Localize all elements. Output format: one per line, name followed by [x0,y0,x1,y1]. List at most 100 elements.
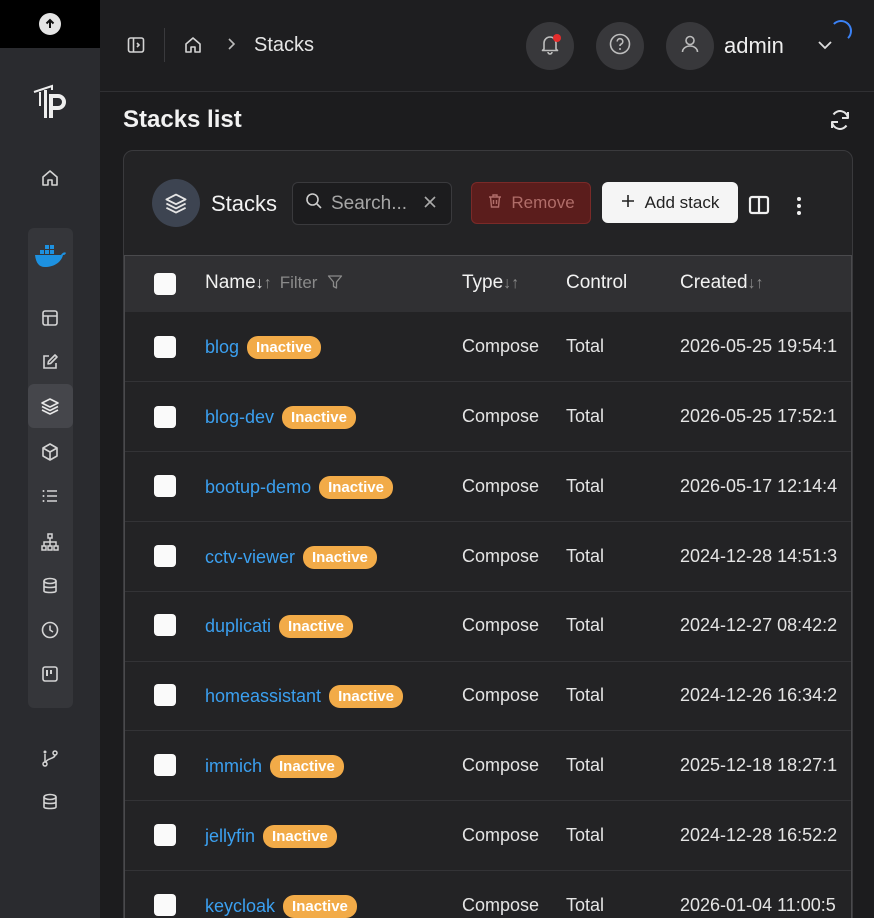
column-header-type[interactable]: Type↓↑ [462,272,519,294]
help-button[interactable] [596,22,644,70]
host-board-icon[interactable] [36,660,64,688]
stack-name-link[interactable]: jellyfin [205,826,255,846]
git-branch-icon[interactable] [36,744,64,772]
status-badge: Inactive [329,685,403,708]
remove-label: Remove [511,193,575,212]
stack-control: Total [566,476,605,496]
templates-edit-icon[interactable] [36,348,64,376]
table-row: duplicati Inactive Compose Total 2024-12-… [125,592,851,662]
stack-created: 2024-12-27 08:42:2 [680,615,838,635]
user-name[interactable]: admin [724,33,784,59]
search-input[interactable] [331,192,421,215]
name-filter-label[interactable]: Filter [280,273,318,292]
row-checkbox[interactable] [154,754,176,776]
trash-icon [487,193,503,214]
top-header: Stacks admin [100,0,874,92]
containers-box-icon[interactable] [36,438,64,466]
stack-created: 2025-12-18 18:27:1 [680,755,838,775]
more-options-icon[interactable] [796,196,802,221]
status-badge: Inactive [247,336,321,359]
stack-name-link[interactable]: blog [205,337,239,357]
column-header-created[interactable]: Created↓↑ [680,272,764,294]
events-clock-icon[interactable] [36,616,64,644]
stack-name-link[interactable]: blog-dev [205,407,274,427]
stacks-layers-icon[interactable] [36,392,64,420]
status-badge: Inactive [303,546,377,569]
row-checkbox[interactable] [154,894,176,916]
networks-icon[interactable] [36,528,64,556]
table-header: Name↓↑ Filter Type↓↑ Control Created↓↑ [125,256,851,312]
status-badge: Inactive [263,825,337,848]
row-checkbox[interactable] [154,406,176,428]
table-row: homeassistant Inactive Compose Total 2024… [125,661,851,731]
home-icon[interactable] [36,164,64,192]
stack-name-link[interactable]: bootup-demo [205,477,311,497]
stack-name-link[interactable]: immich [205,756,262,776]
stack-type: Compose [462,406,540,426]
stack-type: Compose [462,895,540,915]
row-checkbox[interactable] [154,475,176,497]
user-avatar[interactable] [666,22,714,70]
dashboard-icon[interactable] [36,304,64,332]
stack-type: Compose [462,825,540,845]
remove-button[interactable]: Remove [471,182,591,224]
breadcrumb-chevron-icon [224,35,238,56]
status-badge: Inactive [319,476,393,499]
page-title: Stacks list [123,106,242,133]
portainer-logo-icon[interactable] [30,82,70,122]
stacks-card-layers-icon [152,179,200,227]
stack-name-link[interactable]: duplicati [205,616,271,636]
columns-toggle-icon[interactable] [748,194,770,221]
stack-name-link[interactable]: homeassistant [205,686,321,706]
row-checkbox[interactable] [154,614,176,636]
refresh-icon[interactable] [828,108,852,137]
table-row: blog Inactive Compose Total 2026-05-25 19… [125,312,851,382]
sidebar [0,0,100,918]
stack-control: Total [566,755,605,775]
stack-created: 2024-12-28 16:52:2 [680,825,838,845]
top-strip [0,0,100,48]
table-row: bootup-demo Inactive Compose Total 2026-0… [125,452,851,522]
volumes-database-icon[interactable] [36,572,64,600]
column-header-control: Control [566,272,628,293]
user-icon [679,33,701,60]
loading-spinner-icon [830,20,852,42]
table-row: blog-dev Inactive Compose Total 2026-05-2… [125,382,851,452]
status-badge: Inactive [270,755,344,778]
notification-dot [553,34,561,42]
database-icon[interactable] [36,788,64,816]
images-list-icon[interactable] [36,482,64,510]
stack-name-link[interactable]: keycloak [205,896,275,916]
table-row: keycloak Inactive Compose Total 2026-01-0… [125,871,851,918]
stack-type: Compose [462,336,540,356]
breadcrumb-current: Stacks [254,34,315,56]
status-badge: Inactive [282,406,356,429]
stacks-table: Name↓↑ Filter Type↓↑ Control Created↓↑ bl… [124,255,852,918]
upgrade-icon[interactable] [39,13,61,35]
breadcrumb-home-icon[interactable] [183,35,203,55]
filter-icon[interactable] [327,274,343,295]
add-stack-button[interactable]: Add stack [602,182,738,223]
stack-type: Compose [462,755,540,775]
clear-search-icon[interactable] [423,193,437,214]
help-circle-icon [608,32,632,61]
row-checkbox[interactable] [154,824,176,846]
column-header-name[interactable]: Name↓↑ Filter [205,272,343,296]
select-all-checkbox[interactable] [154,273,176,295]
table-row: cctv-viewer Inactive Compose Total 2024-1… [125,522,851,592]
stack-control: Total [566,406,605,426]
plus-icon [621,193,635,213]
row-checkbox[interactable] [154,545,176,567]
row-checkbox[interactable] [154,336,176,358]
user-menu-chevron-down-icon[interactable] [816,36,834,59]
row-checkbox[interactable] [154,684,176,706]
sidebar-toggle-icon[interactable] [126,35,146,55]
docker-icon[interactable] [34,242,66,270]
stack-name-link[interactable]: cctv-viewer [205,547,295,567]
notifications-button[interactable] [526,22,574,70]
header-divider [164,28,165,62]
search-icon [305,192,323,215]
stack-created: 2026-01-04 11:00:5 [680,895,836,915]
add-stack-label: Add stack [644,192,720,212]
stack-control: Total [566,825,605,845]
